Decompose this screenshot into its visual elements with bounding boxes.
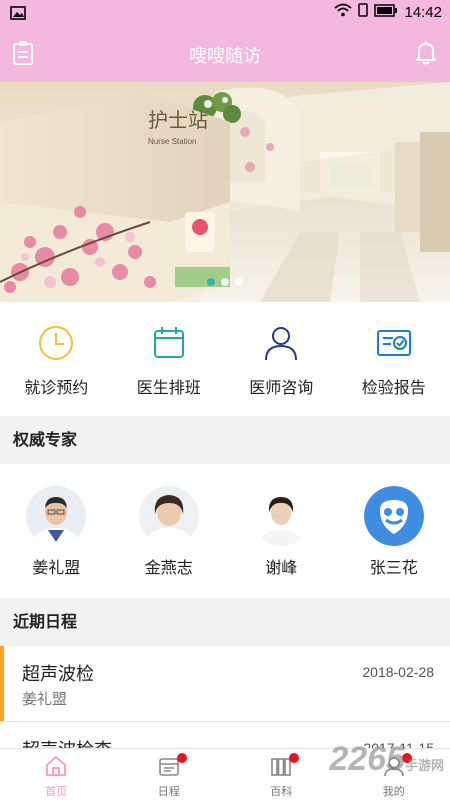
tab-label: 我的	[382, 785, 405, 798]
notification-badge	[289, 753, 299, 763]
wifi-icon	[334, 3, 353, 21]
doctor-schedule-button[interactable]: 医生排班	[113, 302, 226, 416]
sign-subtext: Nurse Station	[148, 137, 196, 146]
consult-button[interactable]: 医师咨询	[225, 302, 338, 416]
notification-badge	[176, 753, 187, 763]
nurse-station-photo: 护士站 Nurse Station	[0, 82, 450, 302]
schedule-title: 超声波检	[22, 664, 94, 685]
watermark-suffix: 手游网	[404, 758, 444, 773]
clock-icon	[37, 324, 75, 362]
doctor-schedule-label: 医生排班	[136, 378, 201, 397]
experts-section-title: 权威专家	[0, 416, 450, 464]
calendar-icon	[150, 324, 188, 362]
watermark-text: 2265	[329, 740, 405, 778]
tab-encyclopedia[interactable]: 百科	[225, 749, 338, 800]
schedule-doctor: 姜礼盟	[22, 690, 68, 708]
quick-menu: 就诊预约 医生排班 医师咨询 检验报告	[0, 302, 450, 416]
app-title: 嗖嗖随访	[189, 46, 261, 67]
tab-label: 日程	[157, 785, 180, 798]
site-watermark: 2265手游网	[329, 740, 444, 779]
avatar	[363, 486, 424, 546]
app-header: 嗖嗖随访	[0, 26, 450, 82]
avatar	[138, 486, 199, 546]
expert-item[interactable]: 谢峰	[225, 464, 338, 598]
carousel-dot[interactable]	[207, 278, 215, 286]
expert-item[interactable]: 张三花	[338, 464, 450, 598]
battery-icon	[374, 3, 398, 21]
expert-name: 姜礼盟	[32, 558, 81, 577]
list-item[interactable]: 超声波检 姜礼盟 2018-02-28	[0, 646, 450, 722]
list-item-accent	[0, 646, 4, 721]
banner-carousel[interactable]: 护士站 Nurse Station	[0, 82, 450, 302]
schedule-list: 超声波检 姜礼盟 2018-02-28 超声波检查 2017-11-15	[0, 646, 450, 752]
report-button[interactable]: 检验报告	[338, 302, 450, 416]
expert-name: 谢峰	[265, 558, 298, 577]
schedule-date: 2018-02-28	[362, 664, 434, 680]
carousel-indicator	[0, 278, 450, 286]
tab-home[interactable]: 首页	[0, 749, 113, 800]
expert-item[interactable]: 金燕志	[113, 464, 226, 598]
tab-label: 百科	[270, 785, 293, 798]
avatar	[26, 486, 87, 546]
bell-icon[interactable]	[414, 40, 438, 70]
gallery-notification-icon	[10, 5, 26, 24]
experts-list: 姜礼盟 金燕志 谢峰 张三花	[0, 464, 450, 598]
consult-label: 医师咨询	[249, 378, 314, 397]
avatar	[251, 486, 312, 546]
status-bar: 14:42	[0, 0, 450, 26]
appointment-label: 就诊预约	[24, 378, 89, 397]
sim-icon	[358, 3, 369, 21]
appointment-button[interactable]: 就诊预约	[0, 302, 113, 416]
clock-time: 14:42	[404, 3, 442, 21]
expert-name: 张三花	[369, 558, 418, 577]
tab-label: 首页	[45, 785, 68, 798]
schedule-section-title: 近期日程	[0, 598, 450, 646]
tab-schedule[interactable]: 日程	[113, 749, 226, 800]
expert-name: 金燕志	[144, 558, 193, 577]
carousel-dot[interactable]	[221, 278, 229, 286]
carousel-dot[interactable]	[235, 278, 243, 286]
person-icon	[262, 324, 300, 362]
home-icon	[45, 755, 67, 781]
report-icon	[375, 324, 413, 362]
report-label: 检验报告	[361, 378, 426, 397]
expert-item[interactable]: 姜礼盟	[0, 464, 113, 598]
sign-text: 护士站	[148, 108, 208, 132]
